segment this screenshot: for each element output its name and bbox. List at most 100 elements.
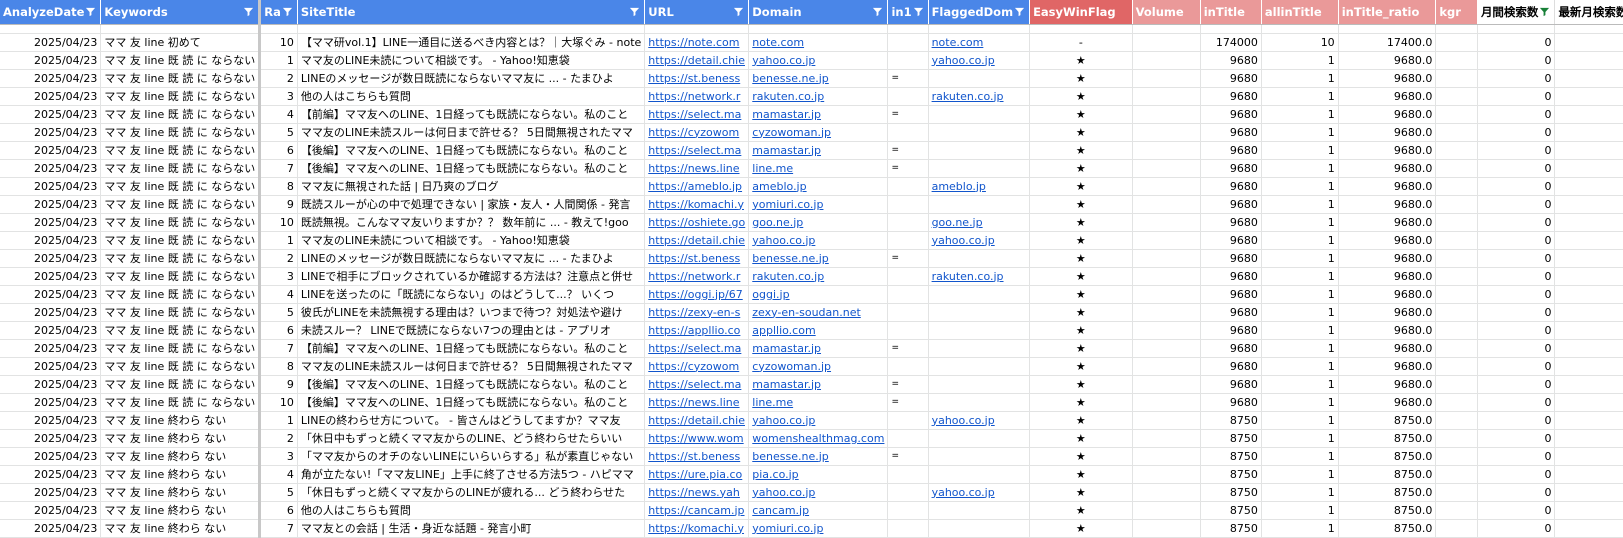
cell-ratio[interactable]: 9680.0 <box>1338 339 1437 358</box>
cell-date[interactable]: 2025/04/23 <box>0 141 102 160</box>
cell-date[interactable]: 2025/04/23 <box>0 177 102 196</box>
cell-url[interactable]: https://st.beness <box>644 447 750 466</box>
cell-title[interactable]: ママ友のLINE未読スルーは何日まで許せる？ 5日間無視されたママ <box>297 357 646 376</box>
cell-in1[interactable] <box>887 177 929 196</box>
cell-easy[interactable]: ★ <box>1029 447 1133 466</box>
cell-vol[interactable] <box>1132 177 1201 196</box>
filter-icon[interactable] <box>733 6 744 17</box>
cell-date[interactable]: 2025/04/23 <box>0 411 102 430</box>
cell-vol[interactable] <box>1132 393 1201 412</box>
cell-kgr[interactable] <box>1435 141 1478 160</box>
cell-easy[interactable]: ★ <box>1029 375 1133 394</box>
cell-in1[interactable] <box>887 501 929 520</box>
cell-url[interactable]: https://news.line <box>644 159 750 178</box>
cell-kgr[interactable] <box>1435 231 1478 250</box>
cell-title[interactable]: LINEの終わらせ方について。 - 皆さんはどうしてますか？ママ友 <box>297 411 646 430</box>
cell-m[interactable]: 0 <box>1477 339 1556 358</box>
cell-in1[interactable]: = <box>887 249 929 268</box>
cell-kw[interactable]: ママ 友 line 既 読 に ならない <box>100 321 262 340</box>
cell-domain[interactable]: line.me <box>748 393 889 412</box>
cell-m[interactable]: 0 <box>1477 141 1556 160</box>
cell-title[interactable]: 未読スルー？ LINEで既読にならない7つの理由とは - アプリオ <box>297 321 646 340</box>
cell-intitle[interactable]: 8750 <box>1200 483 1262 502</box>
cell-intitle[interactable]: 9680 <box>1200 357 1262 376</box>
cell-vol[interactable] <box>1132 249 1201 268</box>
cell-url[interactable]: https://ure.pia.co <box>644 465 750 484</box>
cell-kw[interactable]: ママ 友 line 終わら ない <box>100 429 262 448</box>
cell-flag[interactable] <box>928 357 1031 376</box>
cell-intitle[interactable]: 9680 <box>1200 51 1262 70</box>
cell-in1[interactable] <box>887 357 929 376</box>
cell-in1[interactable] <box>887 321 929 340</box>
cell-allin[interactable]: 1 <box>1261 519 1339 538</box>
cell-intitle[interactable]: 9680 <box>1200 339 1262 358</box>
cell-flag[interactable] <box>928 69 1031 88</box>
cell-rank[interactable]: 10 <box>259 213 298 232</box>
cell-lm[interactable]: 0 <box>1554 447 1623 466</box>
cell-title[interactable]: 【前編】ママ友へのLINE、1日経っても既読にならない。私のこと <box>297 105 646 124</box>
cell-date[interactable]: 2025/04/23 <box>0 357 102 376</box>
cell-m[interactable]: 0 <box>1477 519 1556 538</box>
cell-domain[interactable]: rakuten.co.jp <box>748 87 889 106</box>
cell-lm[interactable]: 0 <box>1554 429 1623 448</box>
cell-kw[interactable]: ママ 友 line 既 読 に ならない <box>100 159 262 178</box>
cell-in1[interactable] <box>887 483 929 502</box>
cell-rank[interactable]: 7 <box>259 159 298 178</box>
cell-lm[interactable]: 0 <box>1554 105 1623 124</box>
cell-title[interactable]: ママ友に無視された話 | 日乃爽のブログ <box>297 177 646 196</box>
cell-m[interactable]: 0 <box>1477 465 1556 484</box>
cell-allin[interactable]: 10 <box>1261 33 1339 52</box>
cell-ratio[interactable]: 9680.0 <box>1338 105 1437 124</box>
cell-lm[interactable]: 0 <box>1554 51 1623 70</box>
cell-easy[interactable]: ★ <box>1029 213 1133 232</box>
cell-url[interactable]: https://network.r <box>644 267 750 286</box>
cell-title[interactable]: 他の人はこちらも質問 <box>297 87 646 106</box>
cell-flag[interactable] <box>928 249 1031 268</box>
cell-kgr[interactable] <box>1435 105 1478 124</box>
cell-kw[interactable]: ママ 友 line 既 読 に ならない <box>100 231 262 250</box>
cell-title[interactable]: 既読無視。こんなママ友いりますか？？ 数年前に ... - 教えて!goo <box>297 213 646 232</box>
col-header-allin-title[interactable]: allinTitle <box>1261 0 1339 25</box>
cell-url[interactable]: https://oggi.jp/67 <box>644 285 750 304</box>
cell-easy[interactable]: - <box>1029 33 1133 52</box>
cell-allin[interactable]: 1 <box>1261 393 1339 412</box>
cell-title[interactable]: ママ友との会話 | 生活・身近な話題 - 発言小町 <box>297 519 646 538</box>
cell-easy[interactable]: ★ <box>1029 51 1133 70</box>
col-header-flagged-domain[interactable]: FlaggedDom <box>928 0 1031 25</box>
cell-intitle[interactable]: 9680 <box>1200 195 1262 214</box>
cell-m[interactable]: 0 <box>1477 177 1556 196</box>
cell-intitle[interactable]: 8750 <box>1200 447 1262 466</box>
col-header-rank[interactable]: Ra <box>259 0 298 25</box>
cell-date[interactable]: 2025/04/23 <box>0 429 102 448</box>
cell-ratio[interactable]: 9680.0 <box>1338 87 1437 106</box>
cell-easy[interactable]: ★ <box>1029 429 1133 448</box>
cell-date[interactable]: 2025/04/23 <box>0 303 102 322</box>
cell-ratio[interactable]: 8750.0 <box>1338 465 1437 484</box>
cell-allin[interactable]: 1 <box>1261 195 1339 214</box>
cell-kw[interactable]: ママ 友 line 既 読 に ならない <box>100 375 262 394</box>
cell-vol[interactable] <box>1132 51 1201 70</box>
cell-lm[interactable]: 0 <box>1554 357 1623 376</box>
cell-in1[interactable] <box>887 33 929 52</box>
cell-in1[interactable]: = <box>887 141 929 160</box>
cell-m[interactable]: 0 <box>1477 393 1556 412</box>
cell-m[interactable]: 0 <box>1477 483 1556 502</box>
cell-url[interactable]: https://select.ma <box>644 375 750 394</box>
cell-m[interactable]: 0 <box>1477 51 1556 70</box>
col-header-keywords[interactable]: Keywords <box>100 0 262 25</box>
cell-flag[interactable]: ameblo.jp <box>928 177 1031 196</box>
cell-kw[interactable]: ママ 友 line 既 読 に ならない <box>100 267 262 286</box>
cell-rank[interactable]: 9 <box>259 195 298 214</box>
cell-flag[interactable] <box>928 519 1031 538</box>
cell-lm[interactable]: 0 <box>1554 69 1623 88</box>
cell-lm[interactable]: 0 <box>1554 141 1623 160</box>
cell-easy[interactable]: ★ <box>1029 141 1133 160</box>
cell-rank[interactable]: 4 <box>259 285 298 304</box>
cell-allin[interactable]: 1 <box>1261 267 1339 286</box>
cell-in1[interactable] <box>887 411 929 430</box>
filter-icon[interactable] <box>1014 6 1025 17</box>
col-header-analyze-date[interactable]: AnalyzeDate <box>0 0 102 25</box>
cell-kgr[interactable] <box>1435 357 1478 376</box>
cell-kgr[interactable] <box>1435 69 1478 88</box>
cell-ratio[interactable]: 8750.0 <box>1338 501 1437 520</box>
